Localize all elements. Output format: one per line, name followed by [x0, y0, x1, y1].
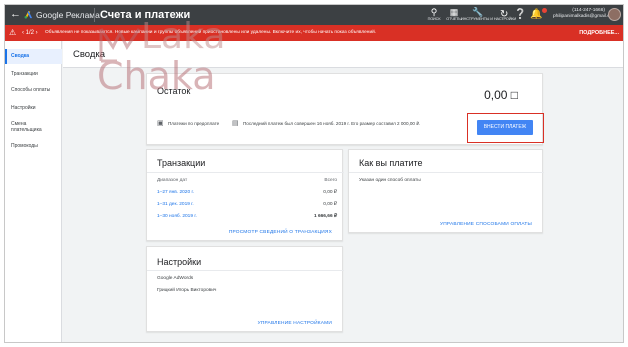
sidebar-item-summary[interactable]: Сводка: [5, 49, 62, 64]
alert-pager[interactable]: ‹ 1/2 ›: [22, 29, 38, 37]
divider: [94, 8, 95, 22]
brand-name: Google Реклама: [36, 10, 100, 20]
payment-method-text: Указан один способ оплаты: [359, 178, 421, 183]
notifications-icon[interactable]: 🔔: [530, 9, 542, 21]
table-row[interactable]: 1–31 дек. 2019 г. 0,00 ₽: [157, 202, 337, 210]
sidebar-item-transactions[interactable]: Транзакции: [5, 71, 62, 77]
balance-amount: 0,00 □: [484, 88, 518, 102]
account-info[interactable]: (114-247-1666) philipanimalkadis@gmail.c…: [553, 8, 616, 20]
divider: [147, 172, 344, 173]
help-icon[interactable]: ❔: [514, 9, 526, 21]
balance-title: Остаток: [157, 86, 191, 96]
page-name: Счета и платежи: [100, 9, 191, 21]
settings-payer-name: Грицкий Игорь Викторович: [157, 288, 217, 293]
card-icon: ▣: [157, 120, 164, 127]
alert-text: Объявления не показываются. Новые кампан…: [45, 30, 377, 35]
alert-icon: ⚠: [9, 28, 17, 37]
sidebar-item-payment-methods[interactable]: Способы оплаты: [5, 87, 62, 93]
divider: [349, 172, 544, 173]
alert-more-link[interactable]: ПОДРОБНЕЕ...: [579, 29, 619, 37]
avatar[interactable]: [608, 8, 621, 21]
app-window: ← Google Реклама Счета и платежи ⚲ ПОИСК…: [4, 4, 624, 343]
sidebar-item-promo-codes[interactable]: Промокоды: [5, 143, 62, 149]
arrow-back-icon[interactable]: ←: [10, 8, 21, 21]
table-row[interactable]: 1–30 нояб. 2019 г. 1 666,66 ₽: [157, 214, 337, 222]
settings-title: Настройки: [157, 257, 202, 267]
view-transactions-link[interactable]: ПРОСМОТР СВЕДЕНИЙ О ТРАНЗАКЦИЯХ: [229, 230, 332, 236]
payment-method-title: Как вы платите: [359, 158, 423, 168]
tools-settings-button[interactable]: 🔧 ИНСТРУМЕНТЫ И НАСТРОЙКИ: [461, 7, 516, 21]
refresh-icon[interactable]: ↻: [500, 9, 508, 21]
notification-badge: [542, 8, 547, 13]
prepaid-label: Платежи по предоплате: [168, 121, 220, 126]
alert-banner: ⚠ ‹ 1/2 › Объявления не показываются. Но…: [5, 25, 623, 41]
google-ads-logo-icon: [24, 10, 33, 19]
settings-card: Настройки Google AdWords Грицкий Игорь В…: [146, 246, 344, 332]
make-payment-button[interactable]: ВНЕСТИ ПЛАТЕЖ: [477, 120, 533, 135]
calendar-icon: ▤: [232, 120, 239, 127]
transactions-card: Транзакции Диапазон дат Всего 1–27 янв. …: [146, 149, 344, 241]
page-header: Сводка: [63, 41, 623, 68]
page-title: Сводка: [73, 49, 106, 60]
manage-settings-link[interactable]: УПРАВЛЕНИЕ НАСТРОЙКАМИ: [258, 321, 332, 327]
table-row[interactable]: 1–27 янв. 2020 г. 0,00 ₽: [157, 190, 337, 198]
sidebar: Сводка Транзакции Способы оплаты Настрой…: [5, 41, 62, 342]
divider: [147, 270, 344, 271]
last-payment-text: Последний платеж был совершен 16 нояб. 2…: [243, 121, 421, 126]
sidebar-item-change-payer[interactable]: Смена плательщика: [5, 121, 55, 133]
settings-account-name: Google AdWords: [157, 276, 194, 281]
manage-payment-methods-link[interactable]: УПРАВЛЕНИЕ СПОСОБАМИ ОПЛАТЫ: [440, 222, 532, 228]
sidebar-item-settings[interactable]: Настройки: [5, 105, 62, 111]
wrench-icon: 🔧: [472, 7, 484, 17]
table-header: Диапазон дат Всего: [157, 178, 337, 183]
payment-method-card: Как вы платите Указан один способ оплаты…: [348, 149, 544, 233]
top-bar: ← Google Реклама Счета и платежи ⚲ ПОИСК…: [5, 5, 623, 25]
transactions-title: Транзакции: [157, 158, 206, 168]
